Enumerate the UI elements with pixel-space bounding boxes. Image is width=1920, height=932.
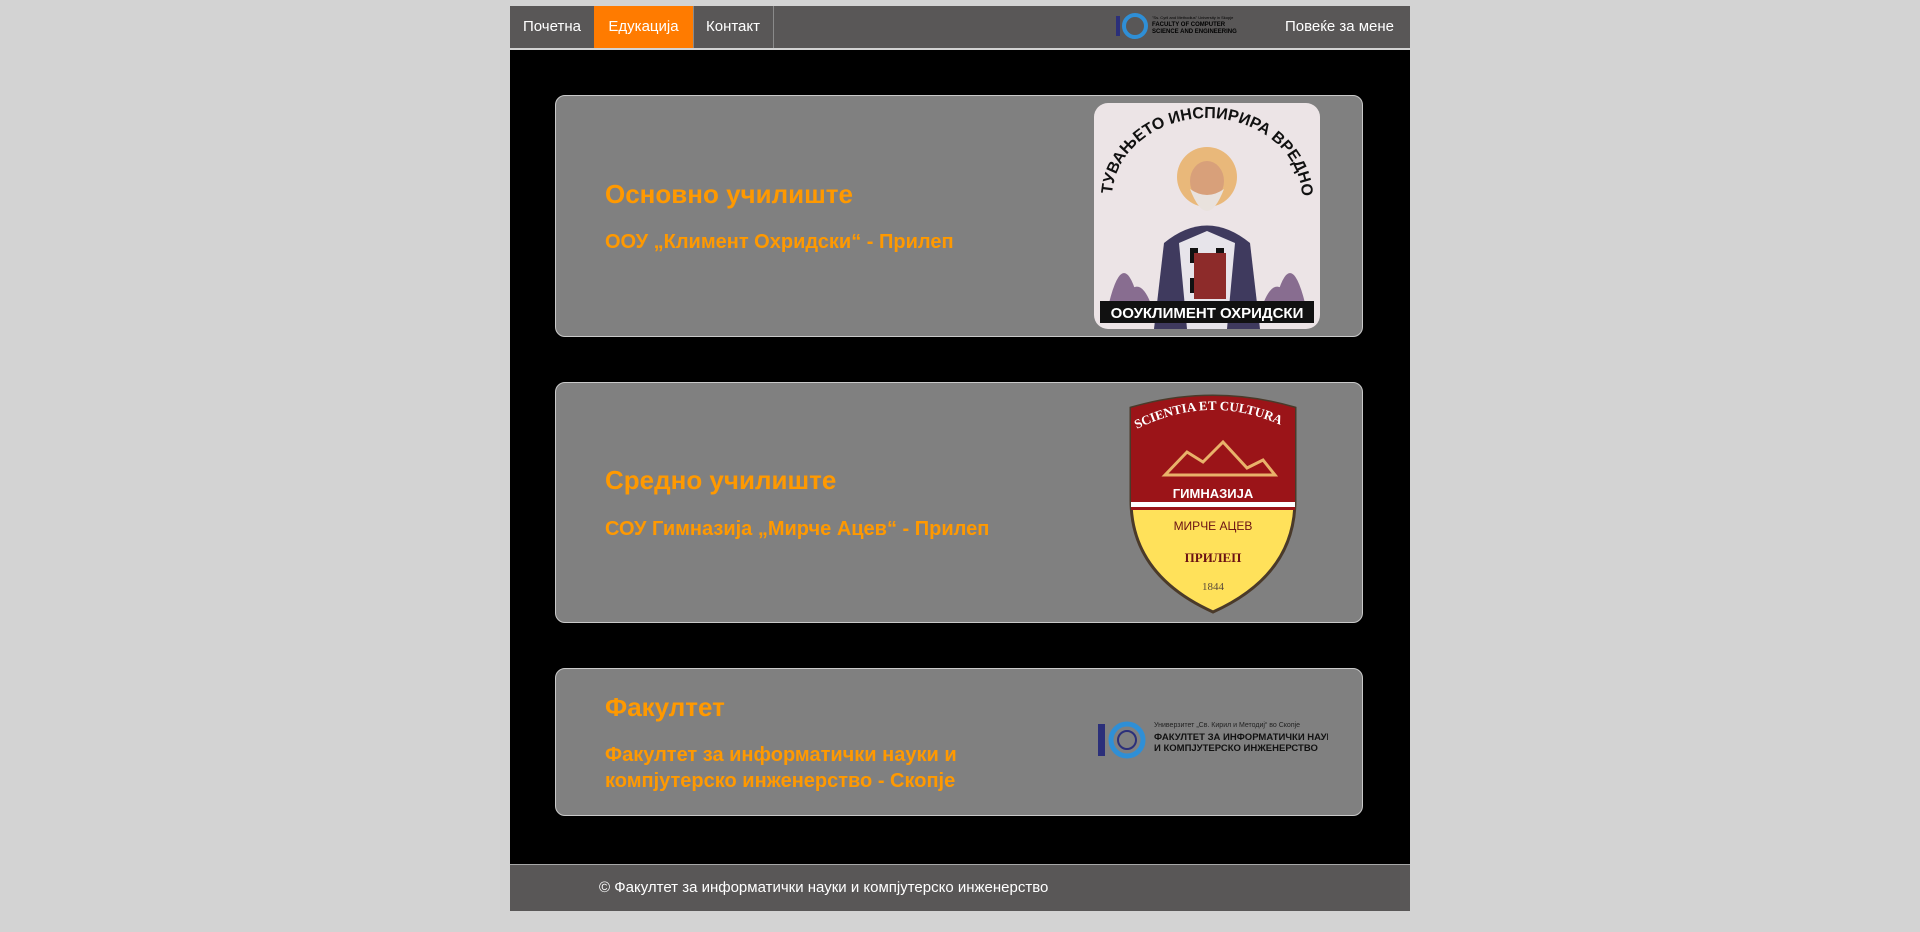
page-container: Почетна Едукација Контакт "Ss. Cyril and… bbox=[510, 6, 1410, 911]
main-content: Основно училиште ООУ „Климент Охридски“ … bbox=[510, 50, 1410, 864]
finki-logo: "Ss. Cyril and Methodius" University in … bbox=[1116, 13, 1237, 39]
school-emblem-image: ТУВАЊЕТО ИНСПИРИРА ВРЕДНО ООУКЛИМЕНТ ОХР… bbox=[1094, 103, 1320, 329]
crest-line2: МИРЧЕ АЦЕВ bbox=[1174, 519, 1253, 533]
education-card-faculty: Факултет Факултет за информатички науки … bbox=[555, 668, 1363, 816]
logo-line1: FACULTY OF COMPUTER bbox=[1152, 22, 1226, 28]
logo-small-text: "Ss. Cyril and Methodius" University in … bbox=[1152, 15, 1234, 20]
nav-item-label: Повеќе за мене bbox=[1284, 18, 1394, 35]
emblem-bottom-text: ООУКЛИМЕНТ ОХРИДСКИ bbox=[1111, 305, 1304, 322]
top-navigation: Почетна Едукација Контакт "Ss. Cyril and… bbox=[510, 6, 1410, 50]
faculty-logo-line2: И КОМПЈУТЕРСКО ИНЖЕНЕРСТВО bbox=[1154, 743, 1318, 754]
card-title: Основно училиште bbox=[605, 179, 853, 209]
footer-copyright: © Факултет за информатички науки и компј… bbox=[599, 879, 1049, 896]
card-subtitle-line1: Факултет за информатички науки и bbox=[605, 744, 957, 766]
nav-item-label: Едукација bbox=[608, 18, 679, 35]
nav-item-education[interactable]: Едукација bbox=[594, 6, 694, 48]
card-subtitle: ООУ „Климент Охридски“ - Прилеп bbox=[605, 231, 954, 253]
education-card-secondary: Средно училиште СОУ Гимназија „Мирче Аце… bbox=[555, 382, 1363, 623]
nav-item-contact[interactable]: Контакт bbox=[693, 6, 774, 48]
footer: © Факултет за информатички науки и компј… bbox=[510, 864, 1410, 911]
faculty-logo-small: Универзитет „Св. Кирил и Методиј“ во Ско… bbox=[1154, 722, 1300, 729]
crest-line3: ПРИЛЕП bbox=[1185, 550, 1242, 565]
nav-item-about-me[interactable]: Повеќе за мене bbox=[1285, 6, 1394, 48]
crest-year: 1844 bbox=[1202, 581, 1225, 593]
crest-line1: ГИМНАЗИЈА bbox=[1173, 486, 1254, 501]
nav-item-label: Контакт bbox=[705, 18, 760, 35]
card-title: Факултет bbox=[605, 692, 725, 722]
card-subtitle-line2: компјутерско инженерство - Скопје bbox=[605, 770, 956, 792]
nav-item-home[interactable]: Почетна bbox=[510, 6, 595, 48]
faculty-logo-image: Универзитет „Св. Кирил и Методиј“ во Ско… bbox=[1098, 721, 1328, 759]
faculty-logo-line1: ФАКУЛТЕТ ЗА ИНФОРМАТИЧКИ НАУКИ bbox=[1154, 732, 1328, 743]
card-subtitle: СОУ Гимназија „Мирче Ацев“ - Прилеп bbox=[605, 518, 990, 540]
gymnasium-crest-image: SCIENTIA ET CULTURA ГИМНАЗИЈА МИРЧЕ АЦЕВ… bbox=[1129, 394, 1297, 614]
nav-item-label: Почетна bbox=[523, 18, 581, 35]
education-card-primary: Основно училиште ООУ „Климент Охридски“ … bbox=[555, 95, 1363, 337]
logo-line2: SCIENCE AND ENGINEERING bbox=[1152, 29, 1237, 35]
card-title: Средно училиште bbox=[605, 465, 837, 495]
